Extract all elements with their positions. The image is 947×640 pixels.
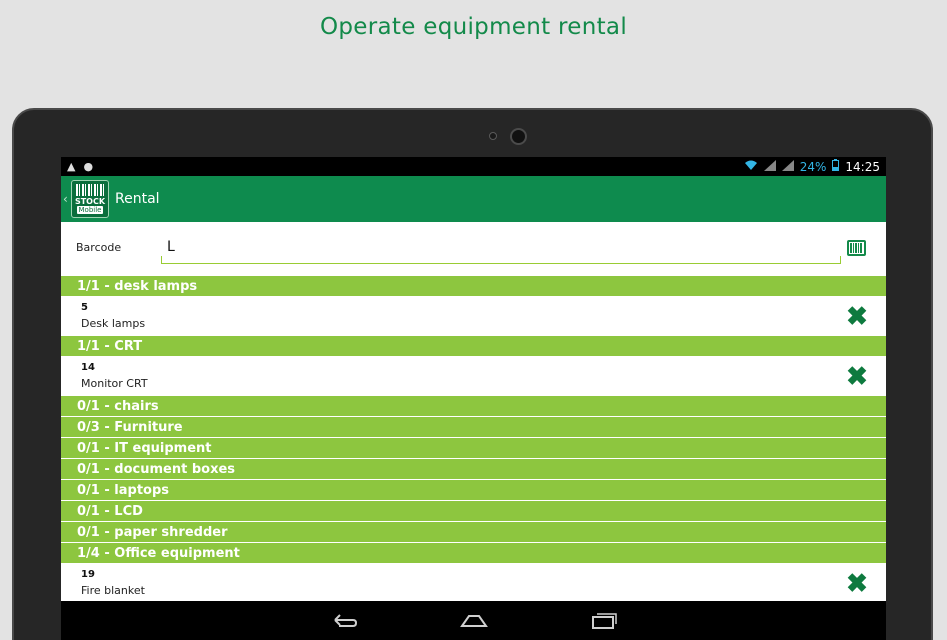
battery-percent: 24% [799, 159, 827, 174]
group-header[interactable]: 0/1 - laptops [61, 480, 886, 501]
home-icon[interactable] [457, 610, 491, 632]
sensor-icon [489, 132, 497, 140]
navigation-bar [61, 601, 886, 640]
group-header[interactable]: 0/3 - Furniture [61, 417, 886, 438]
wifi-icon [744, 160, 758, 174]
logo-subtext: Mobile [76, 206, 104, 214]
group-header[interactable]: 1/1 - desk lamps [61, 276, 886, 297]
close-icon[interactable]: ✖ [844, 363, 870, 389]
page-title: Rental [115, 191, 160, 207]
group-header[interactable]: 0/1 - LCD [61, 501, 886, 522]
barcode-row: Barcode [61, 222, 886, 276]
list-item[interactable]: 14 Monitor CRT ✖ [61, 357, 886, 396]
group-header[interactable]: 0/1 - IT equipment [61, 438, 886, 459]
app-logo[interactable]: STOCK Mobile [71, 180, 109, 218]
group-header[interactable]: 0/1 - paper shredder [61, 522, 886, 543]
item-quantity: 14 [81, 362, 95, 373]
input-edge [161, 256, 162, 264]
android-icon: ● [83, 160, 94, 173]
recent-apps-icon[interactable] [587, 610, 621, 632]
rental-list: 1/1 - desk lamps 5 Desk lamps ✖ 1/1 - CR… [61, 276, 886, 603]
status-bar: ▲ ● 24% 14:25 [61, 157, 886, 176]
item-quantity: 19 [81, 569, 95, 580]
warning-icon: ▲ [67, 160, 76, 173]
close-icon[interactable]: ✖ [844, 570, 870, 596]
item-quantity: 5 [81, 302, 88, 313]
item-name: Fire blanket [81, 584, 145, 597]
battery-icon [832, 159, 840, 174]
group-header[interactable]: 0/1 - chairs [61, 396, 886, 417]
logo-text: STOCK [74, 197, 106, 206]
barcode-icon [76, 184, 104, 196]
promo-title: Operate equipment rental [319, 14, 628, 40]
signal-icon [763, 159, 776, 174]
group-header[interactable]: 1/4 - Office equipment [61, 543, 886, 564]
camera-icon [510, 128, 527, 145]
app-bar: ‹ STOCK Mobile Rental [61, 176, 886, 222]
close-icon[interactable]: ✖ [844, 303, 870, 329]
clock: 14:25 [845, 159, 880, 174]
chevron-left-icon[interactable]: ‹ [63, 192, 71, 206]
item-name: Monitor CRT [81, 377, 148, 390]
barcode-scan-icon[interactable] [847, 240, 866, 256]
back-icon[interactable] [327, 610, 361, 632]
item-name: Desk lamps [81, 317, 146, 330]
input-edge [840, 256, 841, 264]
device-screen: ▲ ● 24% 14:25 ‹ STOCK Mobile Rental Barc… [61, 157, 886, 640]
barcode-input[interactable] [161, 230, 841, 264]
group-header[interactable]: 1/1 - CRT [61, 336, 886, 357]
signal-icon [781, 159, 794, 174]
group-header[interactable]: 0/1 - document boxes [61, 459, 886, 480]
list-item[interactable]: 19 Fire blanket ✖ [61, 564, 886, 603]
list-item[interactable]: 5 Desk lamps ✖ [61, 297, 886, 336]
barcode-label: Barcode [76, 241, 122, 254]
